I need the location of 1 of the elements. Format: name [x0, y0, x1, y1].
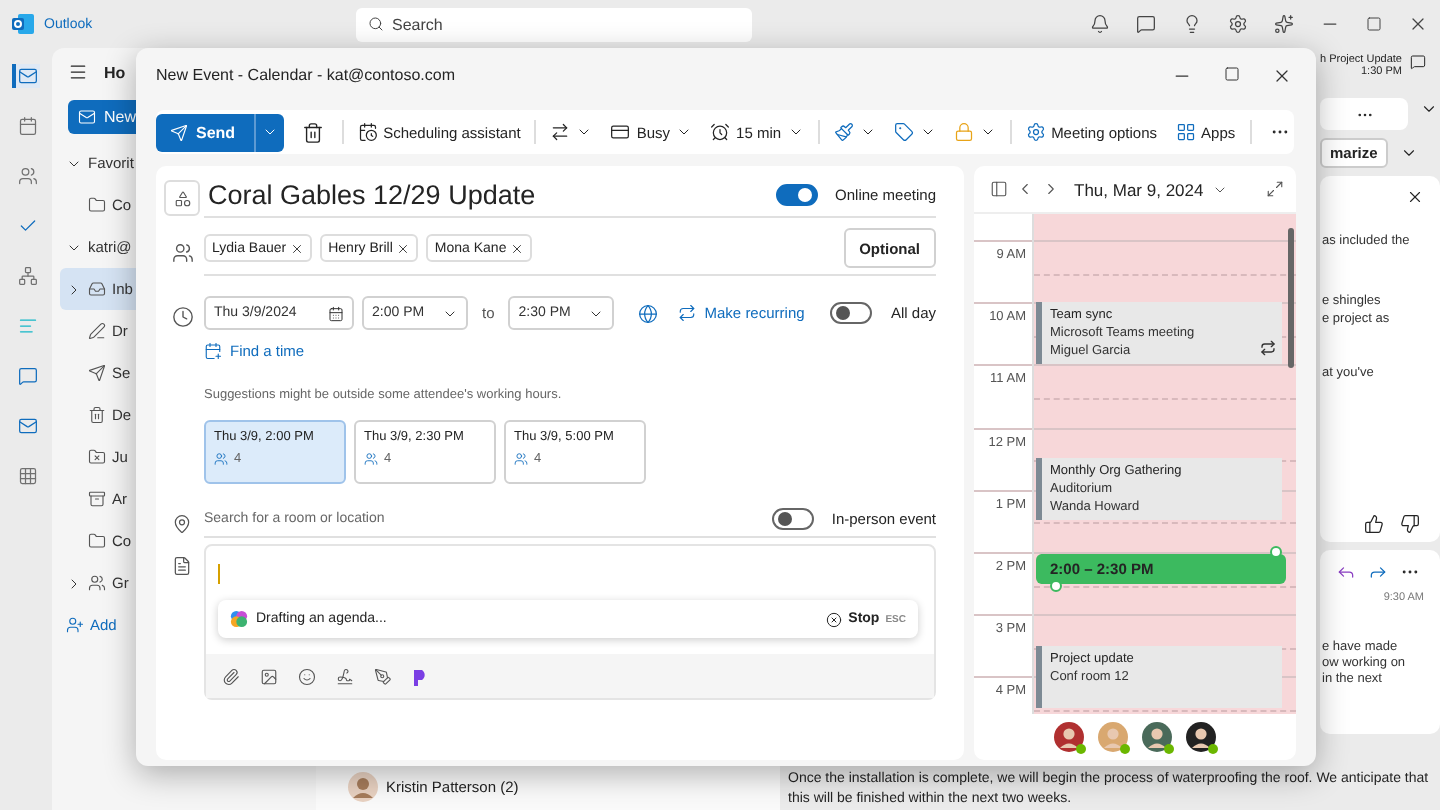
window-title: New Event - Calendar - kat@contoso.com: [156, 66, 456, 84]
